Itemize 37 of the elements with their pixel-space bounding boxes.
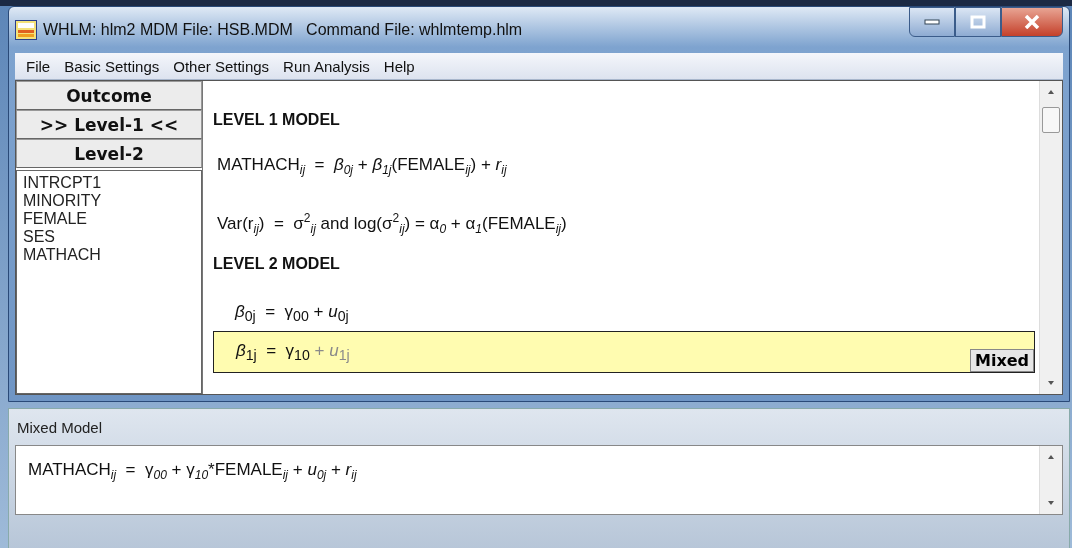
scrollbar[interactable] (1039, 81, 1062, 394)
section-heading: LEVEL 2 MODEL (213, 255, 341, 274)
variable-item[interactable]: FEMALE (23, 210, 195, 228)
level-button[interactable]: >> Level-1 << (16, 110, 202, 139)
panel-label: Mixed Model (16, 418, 104, 438)
window-title: WHLM: hlm2 MDM File: HSB.MDM Command File: whlmtemp.hlm (43, 21, 524, 39)
equation: β$_{1j}$ = γ$_{10}$ (236, 341, 310, 364)
maximize-button[interactable] (955, 7, 1001, 37)
variable-item[interactable]: INTRCPT1 (23, 174, 195, 192)
variable-item[interactable]: MINORITY (23, 192, 195, 210)
close-icon (1024, 15, 1040, 29)
mixed-button[interactable]: Mixed (969, 349, 1034, 373)
section-heading: LEVEL 1 MODEL (213, 111, 341, 129)
maximize-icon (970, 15, 986, 29)
app-icon (15, 20, 37, 40)
equation-row[interactable]: β$_{0j}$ = γ$_{00}$ + u$_{0j}$ (213, 295, 1035, 332)
menu-item[interactable]: Run Analysis (276, 57, 377, 75)
equation-row[interactable]: β$_{1j}$ = γ$_{10}$ + u$_{1j}$ Mixed (213, 331, 1035, 374)
mixed-equation: MATHACH$_{ij}$ = γ$_{00}$ + γ$_{10}$*FEMALE$_{ij}$ + u$_{0j}$ + r$_{ij}$ (27, 459, 358, 485)
scrollbar[interactable] (1039, 446, 1062, 514)
variable-list[interactable]: INTRCPT1 MINORITY FEMALE SES MATHACH (16, 170, 202, 394)
equation: Var(r$_{ij}$) = σ$^{2}$$_{ij}$ and log(σ$^{2}$$_{ij}$) = α$_{0}$ + α$_{1}$(FEMALE$_{ij}$) (217, 210, 568, 239)
minimize-button[interactable] (909, 7, 955, 37)
close-button[interactable] (1001, 7, 1063, 37)
random-effect-term[interactable]: + u$_{0j}$ (308, 302, 349, 325)
variable-item[interactable]: MATHACH (23, 246, 195, 264)
scroll-thumb[interactable] (1042, 107, 1060, 133)
equation: MATHACH$_{ij}$ = β$_{0j}$ + β$_{1j}$(FEMALE$_{ij}$) + r$_{ij}$ (217, 154, 508, 180)
menu-item[interactable]: File (19, 57, 58, 75)
level-button[interactable]: Level-2 (16, 139, 202, 168)
menu-item[interactable]: Help (376, 57, 422, 75)
menu-item[interactable]: Other Settings (166, 57, 277, 75)
equation: β$_{0j}$ = γ$_{00}$ (235, 302, 309, 325)
variable-item[interactable]: SES (23, 228, 195, 246)
minimize-icon (924, 19, 940, 25)
level-button[interactable]: Outcome (16, 81, 202, 110)
menu-item[interactable]: Basic Settings (57, 57, 167, 75)
